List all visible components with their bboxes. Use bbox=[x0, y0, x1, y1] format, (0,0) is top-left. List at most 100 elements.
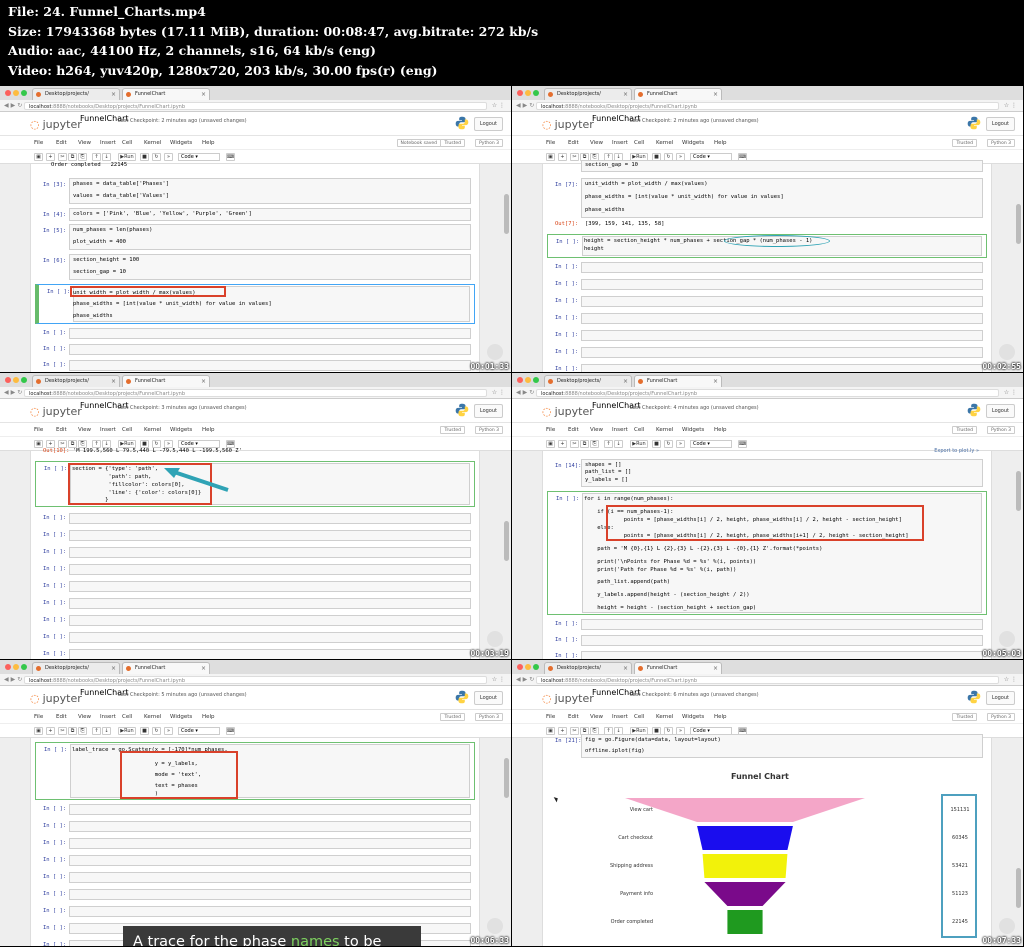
minimize-window-icon[interactable] bbox=[13, 664, 19, 670]
close-tab-icon[interactable]: × bbox=[713, 376, 718, 387]
code-cell-3[interactable]: In [3]: phases = data_table['Phases'] valu… bbox=[35, 178, 475, 204]
cell-input[interactable] bbox=[581, 296, 983, 307]
browser-tab-desktop[interactable]: Desktop/projects/ × bbox=[544, 375, 632, 387]
menu-view[interactable]: View bbox=[78, 136, 91, 150]
close-window-icon[interactable] bbox=[5, 90, 11, 96]
cell-type-select[interactable]: Code ▾ bbox=[690, 440, 732, 448]
stop-icon[interactable]: ■ bbox=[140, 153, 149, 161]
move-up-icon[interactable]: ↑ bbox=[92, 153, 101, 161]
code-cell-active[interactable]: In [ ]: height = section_height * num_pha… bbox=[547, 234, 987, 258]
code-cell-14[interactable]: In [14]: shapes = [] path_list = [] y_label… bbox=[547, 459, 987, 487]
url-field[interactable]: localhost:8888/notebooks/Desktop/project… bbox=[24, 389, 487, 397]
cell-input[interactable] bbox=[69, 360, 471, 371]
empty-code-cell[interactable]: In [ ]: bbox=[35, 530, 475, 542]
cell-input[interactable] bbox=[69, 821, 471, 832]
video-play-icon[interactable] bbox=[999, 918, 1015, 934]
cell-input[interactable] bbox=[69, 649, 471, 659]
copy-icon[interactable]: ⧉ bbox=[68, 153, 77, 161]
menu-view[interactable]: View bbox=[590, 710, 603, 724]
jupyter-logo[interactable]: ◌ jupyter bbox=[542, 692, 594, 705]
kernel-indicator[interactable]: Python 3 bbox=[987, 713, 1015, 721]
close-tab-icon[interactable]: × bbox=[623, 89, 628, 100]
move-down-icon[interactable]: ↓ bbox=[614, 440, 623, 448]
move-up-icon[interactable]: ↑ bbox=[604, 440, 613, 448]
browser-tab-desktop[interactable]: Desktop/projects/ × bbox=[544, 88, 632, 100]
video-play-icon[interactable] bbox=[999, 631, 1015, 647]
minimize-window-icon[interactable] bbox=[525, 664, 531, 670]
url-field[interactable]: localhost:8888/notebooks/Desktop/project… bbox=[536, 102, 999, 110]
minimize-window-icon[interactable] bbox=[525, 377, 531, 383]
cell-type-select[interactable]: Code ▾ bbox=[178, 153, 220, 161]
paste-icon[interactable]: ⎘ bbox=[78, 727, 87, 735]
back-forward-reload-icons[interactable]: ◀▶↻ bbox=[4, 674, 24, 686]
menu-file[interactable]: File bbox=[34, 136, 43, 150]
code-cell-active[interactable]: In [ ]: unit_width = plot_width / max(val… bbox=[35, 284, 475, 324]
browser-menu-icon[interactable]: ☆ ⋮ bbox=[492, 100, 505, 112]
menu-help[interactable]: Help bbox=[714, 710, 727, 724]
cell-input[interactable] bbox=[69, 889, 471, 900]
code-cell-7[interactable]: In [7]: unit_width = plot_width / max(val… bbox=[547, 178, 987, 218]
menu-cell[interactable]: Cell bbox=[122, 136, 132, 150]
menu-widgets[interactable]: Widgets bbox=[170, 710, 192, 724]
restart-icon[interactable]: ↻ bbox=[152, 727, 161, 735]
restart-run-icon[interactable]: » bbox=[164, 727, 173, 735]
trusted-badge[interactable]: Trusted bbox=[440, 426, 465, 434]
browser-menu-icon[interactable]: ☆ ⋮ bbox=[492, 387, 505, 399]
jupyter-logo[interactable]: ◌ jupyter bbox=[30, 118, 82, 131]
code-cell-active[interactable]: In [ ]: section = {'type': 'path', 'path'… bbox=[35, 461, 475, 507]
close-window-icon[interactable] bbox=[517, 664, 523, 670]
command-palette-icon[interactable]: ⌨ bbox=[738, 440, 747, 448]
restart-icon[interactable]: ↻ bbox=[664, 440, 673, 448]
scrollbar[interactable] bbox=[504, 174, 509, 342]
menu-cell[interactable]: Cell bbox=[122, 423, 132, 437]
close-window-icon[interactable] bbox=[5, 664, 11, 670]
empty-code-cell[interactable]: In [ ]: bbox=[35, 632, 475, 644]
empty-code-cell[interactable]: In [ ]: bbox=[35, 564, 475, 576]
video-play-icon[interactable] bbox=[999, 344, 1015, 360]
empty-code-cell[interactable]: In [ ]: bbox=[547, 364, 987, 372]
code-cell-5[interactable]: In [5]: num_phases = len(phases) plot_widt… bbox=[35, 224, 475, 250]
add-cell-icon[interactable]: + bbox=[46, 153, 55, 161]
menu-insert[interactable]: Insert bbox=[100, 423, 116, 437]
close-tab-icon[interactable]: × bbox=[713, 89, 718, 100]
browser-tab-funnelchart[interactable]: FunnelChart × bbox=[122, 662, 210, 674]
empty-code-cell[interactable]: In [ ]: bbox=[35, 855, 475, 867]
stop-icon[interactable]: ■ bbox=[140, 727, 149, 735]
menu-help[interactable]: Help bbox=[202, 136, 215, 150]
logout-button[interactable]: Logout bbox=[985, 404, 1015, 418]
empty-code-cell[interactable]: In [ ]: bbox=[547, 347, 987, 359]
empty-code-cell[interactable]: In [ ]: bbox=[35, 615, 475, 627]
logout-button[interactable]: Logout bbox=[985, 117, 1015, 131]
cell-input[interactable] bbox=[581, 347, 983, 358]
menu-insert[interactable]: Insert bbox=[612, 710, 628, 724]
browser-tab-desktop[interactable]: Desktop/projects/ × bbox=[32, 88, 120, 100]
menu-insert[interactable]: Insert bbox=[612, 423, 628, 437]
cell-input[interactable] bbox=[69, 598, 471, 609]
restart-run-icon[interactable]: » bbox=[676, 440, 685, 448]
cell-input[interactable] bbox=[69, 547, 471, 558]
code-cell-active[interactable]: In [ ]: label_trace = go.Scatter(x = [-17… bbox=[35, 742, 475, 800]
url-field[interactable]: localhost:8888/notebooks/Desktop/project… bbox=[536, 389, 999, 397]
menu-cell[interactable]: Cell bbox=[634, 136, 644, 150]
cell-input[interactable] bbox=[69, 838, 471, 849]
close-tab-icon[interactable]: × bbox=[623, 376, 628, 387]
menu-insert[interactable]: Insert bbox=[612, 136, 628, 150]
minimize-window-icon[interactable] bbox=[525, 90, 531, 96]
cell-input[interactable] bbox=[69, 855, 471, 866]
move-up-icon[interactable]: ↑ bbox=[92, 727, 101, 735]
empty-code-cell[interactable]: In [ ]: bbox=[35, 872, 475, 884]
back-forward-reload-icons[interactable]: ◀▶↻ bbox=[516, 100, 536, 112]
back-forward-reload-icons[interactable]: ◀▶↻ bbox=[4, 100, 24, 112]
command-palette-icon[interactable]: ⌨ bbox=[226, 727, 235, 735]
menu-widgets[interactable]: Widgets bbox=[682, 423, 704, 437]
add-cell-icon[interactable]: + bbox=[558, 440, 567, 448]
menu-kernel[interactable]: Kernel bbox=[144, 136, 161, 150]
kernel-indicator[interactable]: Python 3 bbox=[475, 139, 503, 147]
empty-code-cell[interactable]: In [ ]: bbox=[35, 889, 475, 901]
video-play-icon[interactable] bbox=[487, 631, 503, 647]
move-down-icon[interactable]: ↓ bbox=[102, 727, 111, 735]
trusted-badge[interactable]: Trusted bbox=[952, 713, 977, 721]
scrollbar[interactable] bbox=[1016, 461, 1021, 629]
paste-icon[interactable]: ⎘ bbox=[590, 440, 599, 448]
logout-button[interactable]: Logout bbox=[473, 691, 503, 705]
